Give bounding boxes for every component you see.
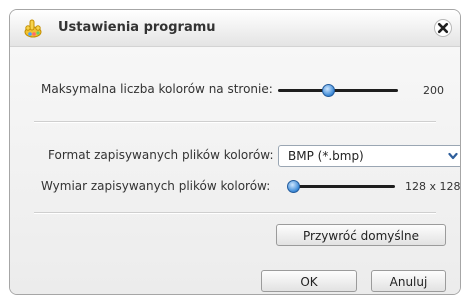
max-colors-value: 200 xyxy=(423,84,444,97)
save-size-value: 128 x 128 xyxy=(405,180,461,193)
max-colors-slider-track[interactable] xyxy=(278,89,398,92)
max-colors-label: Maksymalna liczba kolorów na stronie: xyxy=(41,82,273,96)
close-icon[interactable] xyxy=(434,19,452,37)
save-format-label: Format zapisywanych plików kolorów: xyxy=(48,148,274,162)
dialog-content: Maksymalna liczba kolorów na stronie: 20… xyxy=(10,47,460,294)
restore-defaults-button[interactable]: Przywróć domyślne xyxy=(276,224,446,246)
title-bar[interactable]: Ustawienia programu xyxy=(10,10,460,47)
divider xyxy=(34,212,436,214)
dialog-title: Ustawienia programu xyxy=(58,20,216,35)
chevron-down-icon xyxy=(448,152,458,160)
divider xyxy=(34,121,436,123)
ok-button[interactable]: OK xyxy=(261,270,357,292)
save-size-label: Wymiar zapisywanych plików kolorów: xyxy=(41,179,271,193)
app-hand-icon xyxy=(24,19,42,38)
settings-dialog: Ustawienia programu Maksymalna liczba ko… xyxy=(9,9,461,295)
save-size-slider-thumb[interactable] xyxy=(286,180,300,193)
max-colors-slider-thumb[interactable] xyxy=(321,84,335,97)
save-format-selected: BMP (*.bmp) xyxy=(288,149,364,163)
save-format-dropdown[interactable]: BMP (*.bmp) xyxy=(278,145,460,167)
save-size-slider-track[interactable] xyxy=(288,185,395,188)
cancel-button[interactable]: Anuluj xyxy=(371,270,446,292)
